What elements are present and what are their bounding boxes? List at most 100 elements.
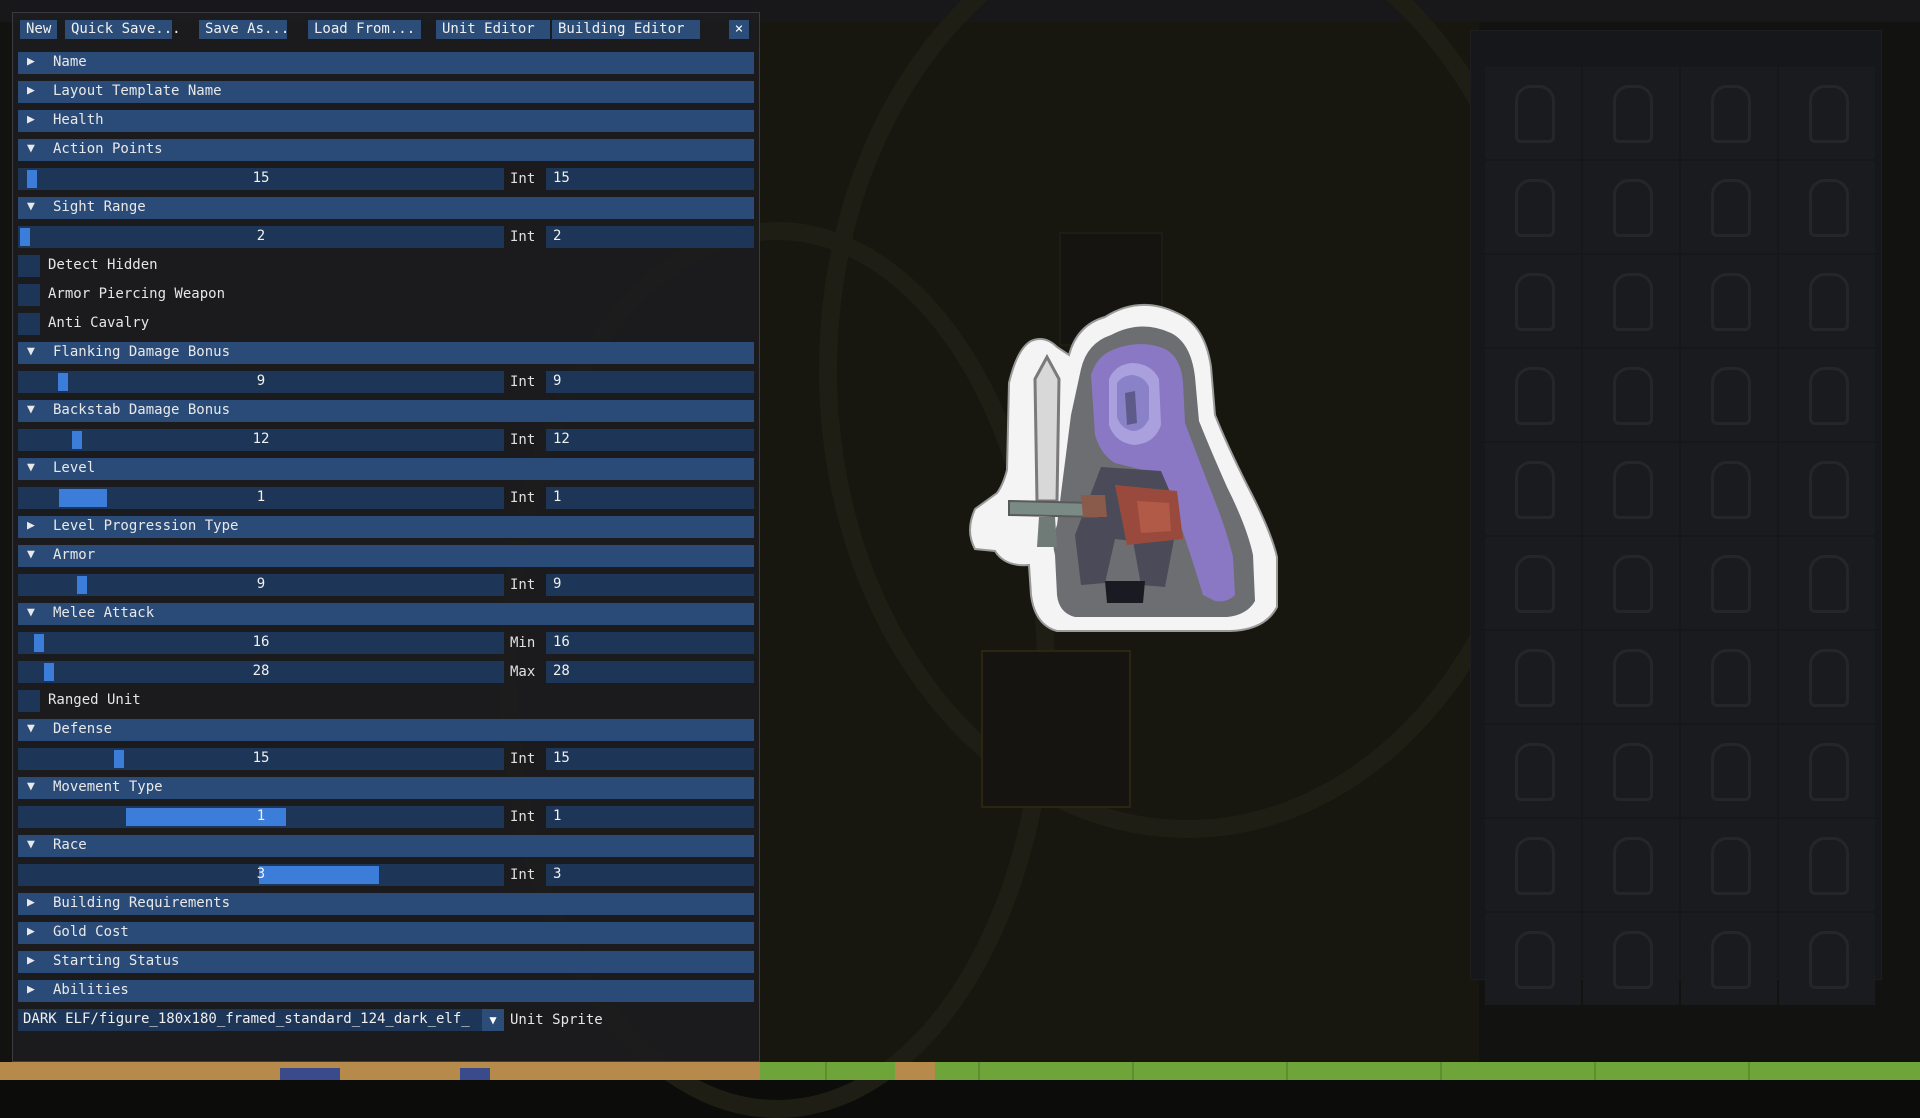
movement-type-int-input[interactable]: 1: [546, 806, 754, 828]
race-slider[interactable]: 3: [18, 864, 504, 886]
section-label: Starting Status: [53, 953, 180, 969]
backstab-damage-bonus-slider[interactable]: 12: [18, 429, 504, 451]
section-building-requirements[interactable]: ▶ Building Requirements: [18, 893, 754, 915]
section-armor[interactable]: ▼ Armor: [18, 545, 754, 567]
close-icon[interactable]: ×: [729, 20, 749, 39]
section-backstab-damage-bonus[interactable]: ▼ Backstab Damage Bonus: [18, 400, 754, 422]
unit-editor-button[interactable]: Unit Editor: [436, 20, 550, 39]
section-label: Flanking Damage Bonus: [53, 344, 231, 360]
melee-attack-min-slider[interactable]: 16: [18, 632, 504, 654]
quick-save-button[interactable]: Quick Save...: [65, 20, 181, 39]
section-name[interactable]: ▶ Name: [18, 52, 754, 74]
section-starting-status[interactable]: ▶ Starting Status: [18, 951, 754, 973]
section-movement-type[interactable]: ▼ Movement Type: [18, 777, 754, 799]
expand-arrow-icon: ▶: [27, 518, 35, 533]
prefab-cell: [1485, 349, 1581, 441]
section-defense[interactable]: ▼ Defense: [18, 719, 754, 741]
melee-attack-min-input[interactable]: 16: [546, 632, 754, 654]
prefab-cell: [1681, 819, 1777, 911]
melee-attack-min-label: Min: [510, 635, 536, 651]
section-sight-range[interactable]: ▼ Sight Range: [18, 197, 754, 219]
prefab-cell: [1681, 537, 1777, 629]
ranged-unit-checkbox[interactable]: Ranged Unit: [18, 690, 754, 712]
sight-range-int-input[interactable]: 2: [546, 226, 754, 248]
prefab-cell: [1583, 537, 1679, 629]
prefab-cell: [1779, 913, 1875, 1005]
armor-int-input[interactable]: 9: [546, 574, 754, 596]
defense-slider[interactable]: 15: [18, 748, 504, 770]
section-layout-template-name[interactable]: ▶ Layout Template Name: [18, 81, 754, 103]
prefab-cell: [1583, 725, 1679, 817]
prefab-cell: [1485, 631, 1581, 723]
prefab-cell: [1779, 537, 1875, 629]
prefab-cell: [1779, 255, 1875, 347]
section-melee-attack[interactable]: ▼ Melee Attack: [18, 603, 754, 625]
checkbox-box[interactable]: [18, 255, 40, 277]
unit-editor-window[interactable]: New Quick Save... Save As... Load From..…: [12, 12, 760, 1062]
input-value: 9: [553, 576, 562, 592]
prefab-cell: [1779, 443, 1875, 535]
action-points-int-input[interactable]: 15: [546, 168, 754, 190]
action-points-slider[interactable]: 15: [18, 168, 504, 190]
prefab-cell: [1681, 255, 1777, 347]
movement-type-slider[interactable]: 1: [18, 806, 504, 828]
flanking-damage-bonus-slider[interactable]: 9: [18, 371, 504, 393]
section-level[interactable]: ▼ Level: [18, 458, 754, 480]
building-editor-button[interactable]: Building Editor: [552, 20, 700, 39]
section-race[interactable]: ▼ Race: [18, 835, 754, 857]
checkbox-label: Armor Piercing Weapon: [48, 286, 226, 302]
section-label: Health: [53, 112, 104, 128]
armor-piercing-weapon-checkbox[interactable]: Armor Piercing Weapon: [18, 284, 754, 306]
flanking-damage-bonus-int-input[interactable]: 9: [546, 371, 754, 393]
input-value: 9: [553, 373, 562, 389]
melee-attack-max-input[interactable]: 28: [546, 661, 754, 683]
load-from-button[interactable]: Load From...: [308, 20, 421, 39]
section-action-points[interactable]: ▼ Action Points: [18, 139, 754, 161]
slider-value: 2: [256, 228, 266, 244]
slider-value: 9: [256, 576, 266, 592]
prefab-cell: [1779, 349, 1875, 441]
checkbox-box[interactable]: [18, 284, 40, 306]
melee-attack-max-slider[interactable]: 28: [18, 661, 504, 683]
collapse-arrow-icon: ▼: [27, 721, 35, 736]
checkbox-box[interactable]: [18, 690, 40, 712]
combo-value: DARK ELF/figure_180x180_framed_standard_…: [23, 1011, 470, 1027]
prefab-cell: [1485, 819, 1581, 911]
section-abilities[interactable]: ▶ Abilities: [18, 980, 754, 1002]
section-gold-cost[interactable]: ▶ Gold Cost: [18, 922, 754, 944]
input-value: 15: [553, 170, 570, 186]
expand-arrow-icon: ▶: [27, 953, 35, 968]
prefab-cell: [1779, 819, 1875, 911]
race-int-input[interactable]: 3: [546, 864, 754, 886]
ground-marker: [978, 1062, 980, 1080]
level-int-input[interactable]: 1: [546, 487, 754, 509]
section-health[interactable]: ▶ Health: [18, 110, 754, 132]
backstab-damage-bonus-int-input[interactable]: 12: [546, 429, 754, 451]
armor-slider[interactable]: 9: [18, 574, 504, 596]
new-button[interactable]: New: [20, 20, 57, 39]
section-label: Level Progression Type: [53, 518, 239, 534]
ground-marker: [1440, 1062, 1442, 1080]
section-level-progression-type[interactable]: ▶ Level Progression Type: [18, 516, 754, 538]
prefab-database-panel: [1470, 30, 1882, 1005]
save-as-button[interactable]: Save As...: [199, 20, 289, 39]
level-slider[interactable]: 1: [18, 487, 504, 509]
armor-int-label: Int: [510, 577, 536, 593]
ground-marker: [1748, 1062, 1750, 1080]
checkbox-box[interactable]: [18, 313, 40, 335]
chevron-down-icon[interactable]: ▼: [482, 1009, 504, 1031]
prefab-cell: [1681, 443, 1777, 535]
section-label: Name: [53, 54, 87, 70]
ground-marker: [1286, 1062, 1288, 1080]
sight-range-slider[interactable]: 2: [18, 226, 504, 248]
defense-int-input[interactable]: 15: [546, 748, 754, 770]
anti-cavalry-checkbox[interactable]: Anti Cavalry: [18, 313, 754, 335]
unit-sprite-combo[interactable]: DARK ELF/figure_180x180_framed_standard_…: [18, 1009, 504, 1031]
sight-range-int-label: Int: [510, 229, 536, 245]
prefab-cell: [1485, 67, 1581, 159]
section-label: Gold Cost: [53, 924, 129, 940]
ground-strip: [0, 1062, 1920, 1080]
section-flanking-damage-bonus[interactable]: ▼ Flanking Damage Bonus: [18, 342, 754, 364]
detect-hidden-checkbox[interactable]: Detect Hidden: [18, 255, 754, 277]
prefab-cell: [1779, 161, 1875, 253]
